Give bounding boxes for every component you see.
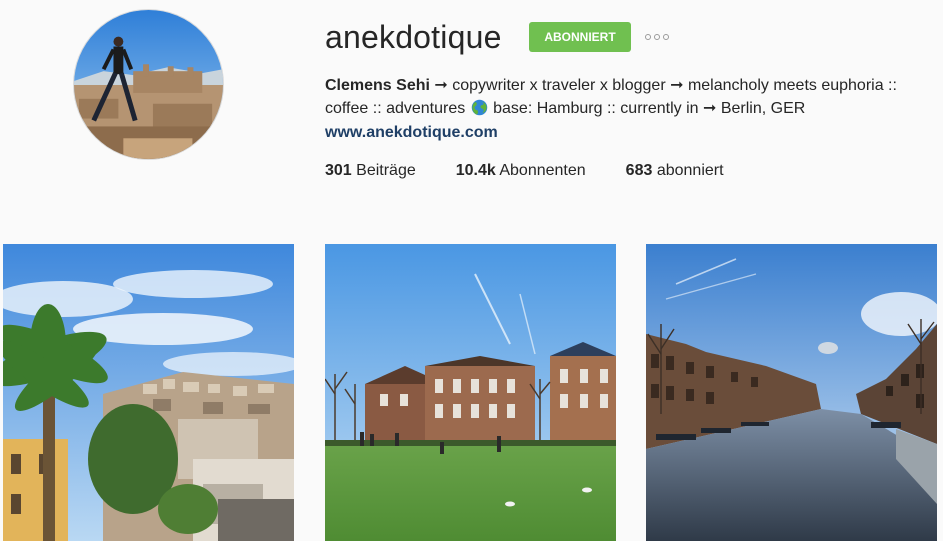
- profile-bio: Clemens Sehi ➞ copywriter x traveler x b…: [325, 74, 935, 120]
- stat-posts[interactable]: 301 Beiträge: [325, 160, 416, 182]
- more-options-icon[interactable]: [645, 30, 673, 44]
- post-thumbnail[interactable]: [325, 244, 616, 541]
- stat-posts-label: Beiträge: [351, 162, 416, 179]
- stat-following-label: abonniert: [652, 162, 724, 179]
- profile-avatar: [73, 9, 224, 160]
- bio-line1: ➞ copywriter x traveler x blogger ➞ mela…: [429, 77, 897, 94]
- stat-followers-label: Abonnenten: [495, 162, 586, 179]
- post-thumbnail[interactable]: [646, 244, 937, 541]
- stat-posts-count: 301: [325, 162, 352, 179]
- profile-full-name: Clemens Sehi: [325, 77, 430, 94]
- stat-following-count: 683: [625, 162, 653, 179]
- website-link[interactable]: www.anekdotique.com: [325, 121, 498, 144]
- post-thumbnail[interactable]: [3, 244, 294, 541]
- profile-username: anekdotique: [325, 19, 502, 55]
- stat-following[interactable]: 683 abonniert: [626, 160, 724, 182]
- stat-followers-count: 10.4k: [455, 162, 496, 179]
- bio-line2-start: coffee :: adventures: [325, 100, 470, 117]
- profile-stats: 301 Beiträge 10.4k Abonnenten 683 abonni…: [325, 160, 764, 182]
- globe-emoji-icon: [471, 99, 488, 116]
- bio-line2-end: base: Hamburg :: currently in ➞ Berlin, …: [488, 100, 806, 117]
- stat-followers[interactable]: 10.4k Abonnenten: [456, 160, 586, 182]
- following-button[interactable]: ABONNIERT: [529, 22, 631, 52]
